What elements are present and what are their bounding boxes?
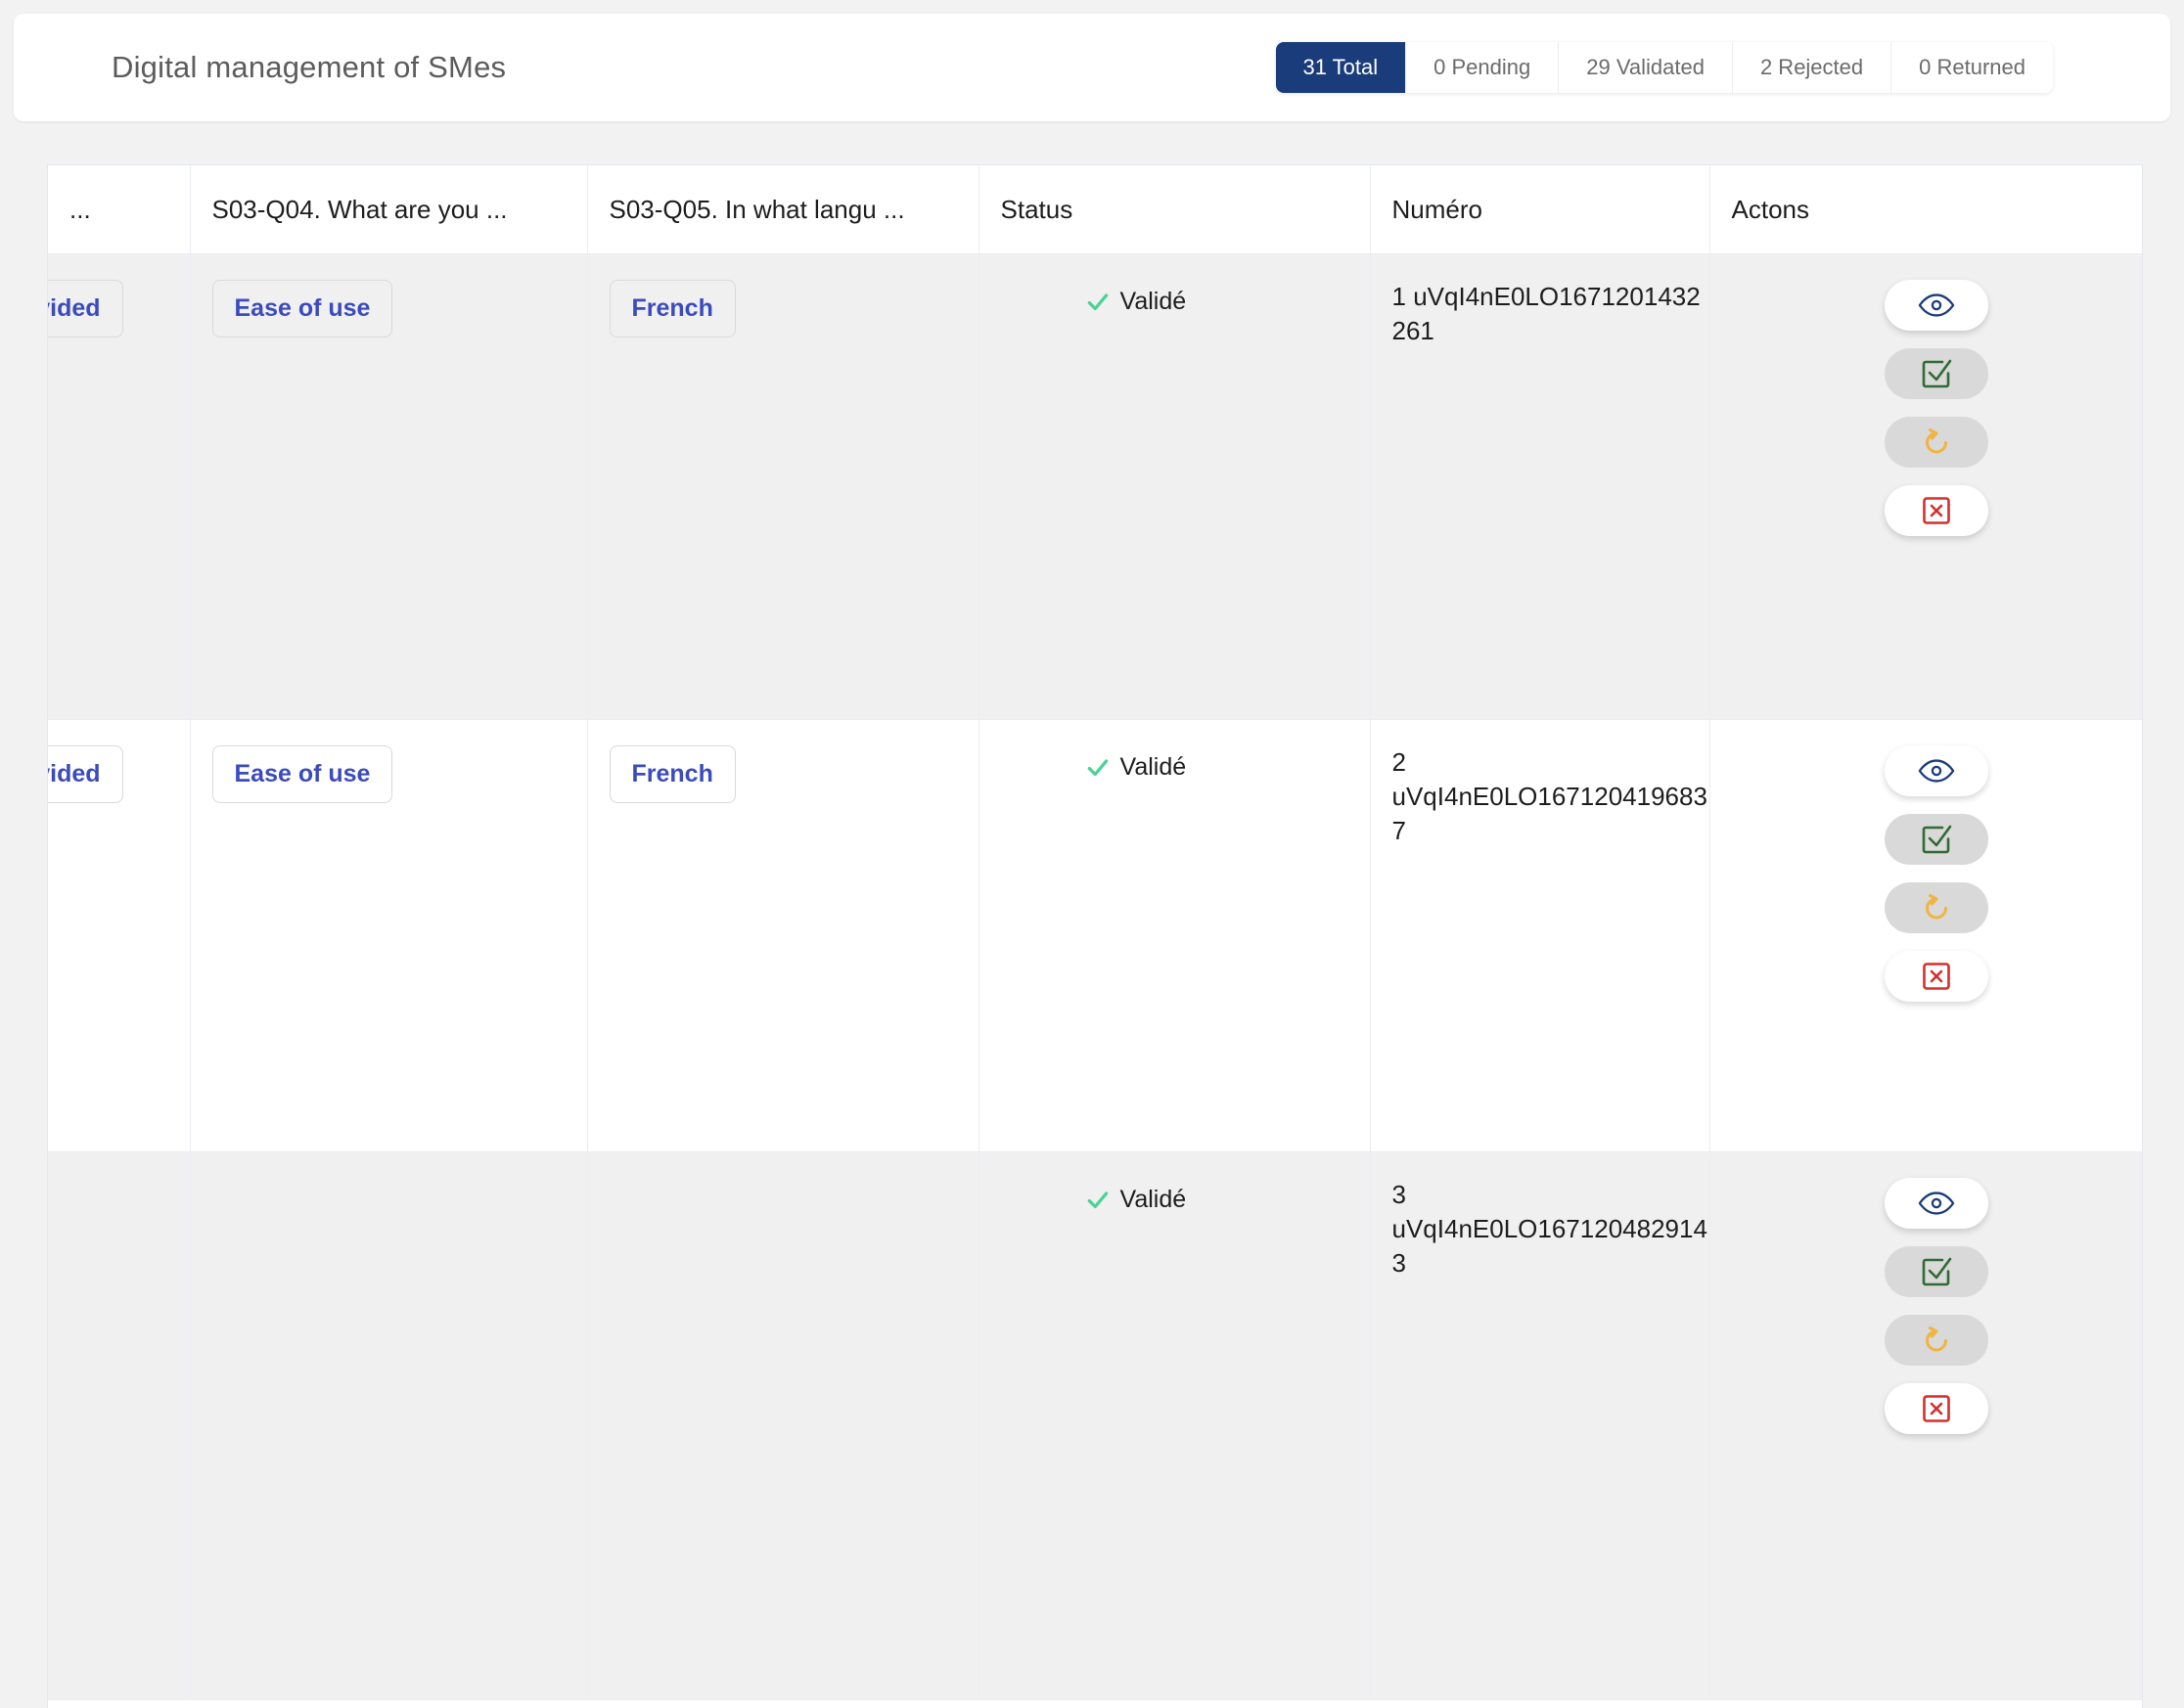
status-badge: Validé <box>1119 1186 1187 1213</box>
row-action-group <box>1732 1178 2143 1434</box>
undo-arrow-icon <box>1922 1326 1951 1355</box>
eye-icon <box>1918 292 1955 318</box>
numero-sequence: 1 <box>1391 282 1406 311</box>
status-badge: Validé <box>1119 753 1187 781</box>
cell-actions <box>1709 719 2143 1152</box>
table-row[interactable]: Validé 3 uVqI4nE0LO1671204829143 <box>48 1151 2143 1700</box>
answer-chip[interactable]: Ease of use <box>211 280 393 337</box>
reject-button[interactable] <box>1885 1383 1989 1434</box>
cell-s03-q05: French <box>587 253 979 720</box>
cell-numero: 3 uVqI4nE0LO1671204829143 <box>1370 1151 1710 1700</box>
return-button[interactable] <box>1885 882 1989 933</box>
submissions-table: ... S03-Q04. What are you ... S03-Q05. I… <box>48 165 2142 1700</box>
return-button[interactable] <box>1885 1315 1989 1366</box>
table-row[interactable]: ovided Ease of use French Validé <box>48 719 2143 1152</box>
check-square-icon <box>1921 824 1952 855</box>
x-square-icon <box>1922 1394 1951 1423</box>
tab-rejected[interactable]: 2 Rejected <box>1732 42 1892 93</box>
validated-check-icon <box>1085 755 1111 781</box>
cell-numero: 2 uVqI4nE0LO1671204196837 <box>1370 719 1710 1152</box>
numero-value: 1 uVqI4nE0LO1671201432261 <box>1392 280 1709 348</box>
approve-button[interactable] <box>1885 1246 1989 1297</box>
table-header-row: ... S03-Q04. What are you ... S03-Q05. I… <box>48 165 2142 254</box>
answer-chip[interactable]: French <box>609 745 736 803</box>
cell-s03-q04: Ease of use <box>190 719 588 1152</box>
numero-value: 2 uVqI4nE0LO1671204196837 <box>1392 745 1709 848</box>
view-button[interactable] <box>1885 1178 1989 1229</box>
numero-sequence: 2 <box>1391 747 1406 777</box>
status-filter-tabs[interactable]: 31 Total 0 Pending 29 Validated 2 Reject… <box>1275 42 2053 93</box>
approve-button[interactable] <box>1885 814 1989 865</box>
cell-s03-q04: Ease of use <box>190 253 588 720</box>
cell-truncated: ovided <box>48 253 191 720</box>
x-square-icon <box>1922 496 1951 525</box>
numero-id: uVqI4nE0LO1671204829143 <box>1391 1214 1707 1279</box>
cell-actions <box>1709 1151 2143 1700</box>
reject-button[interactable] <box>1885 951 1989 1002</box>
column-header-s03-q04[interactable]: S03-Q04. What are you ... <box>190 165 588 254</box>
numero-value: 3 uVqI4nE0LO1671204829143 <box>1392 1178 1709 1281</box>
numero-id: uVqI4nE0LO1671204196837 <box>1391 782 1707 846</box>
check-square-icon <box>1921 1256 1952 1287</box>
status-badge: Validé <box>1119 288 1187 315</box>
column-header-s03-q05[interactable]: S03-Q05. In what langu ... <box>587 165 979 254</box>
check-square-icon <box>1921 358 1952 389</box>
cell-actions <box>1709 253 2143 720</box>
eye-icon <box>1918 758 1955 784</box>
reject-button[interactable] <box>1885 485 1989 536</box>
answer-chip[interactable]: French <box>609 280 736 337</box>
return-button[interactable] <box>1885 417 1989 468</box>
cell-status: Validé <box>978 253 1371 720</box>
cell-truncated: ovided <box>48 719 191 1152</box>
cell-numero: 1 uVqI4nE0LO1671201432261 <box>1370 253 1710 720</box>
cell-status: Validé <box>978 1151 1371 1700</box>
app-header: Digital management of SMes 31 Total 0 Pe… <box>14 14 2170 121</box>
validated-check-icon <box>1085 290 1111 315</box>
view-button[interactable] <box>1885 745 1989 796</box>
undo-arrow-icon <box>1922 427 1951 457</box>
column-header-numero[interactable]: Numéro <box>1370 165 1710 254</box>
answer-chip[interactable]: ovided <box>48 280 123 337</box>
answer-chip[interactable]: ovided <box>48 745 123 803</box>
x-square-icon <box>1922 962 1951 991</box>
table-row[interactable]: ovided Ease of use French Validé <box>48 253 2143 720</box>
tab-validated[interactable]: 29 Validated <box>1559 42 1733 93</box>
undo-arrow-icon <box>1922 893 1951 922</box>
cell-s03-q05: French <box>587 719 979 1152</box>
view-button[interactable] <box>1885 280 1989 331</box>
numero-id: uVqI4nE0LO1671201432261 <box>1391 282 1701 346</box>
column-header-actions[interactable]: Actons <box>1709 165 2142 254</box>
cell-s03-q04 <box>190 1151 588 1700</box>
tab-pending[interactable]: 0 Pending <box>1406 42 1560 93</box>
column-header-status[interactable]: Status <box>978 165 1371 254</box>
row-action-group <box>1732 745 2143 1002</box>
row-action-group <box>1732 280 2143 536</box>
validated-check-icon <box>1085 1188 1111 1213</box>
approve-button[interactable] <box>1885 348 1989 399</box>
numero-sequence: 3 <box>1391 1180 1406 1209</box>
cell-status: Validé <box>978 719 1371 1152</box>
column-header-truncated[interactable]: ... <box>48 165 191 254</box>
submissions-table-container[interactable]: ... S03-Q04. What are you ... S03-Q05. I… <box>47 164 2143 1708</box>
cell-truncated <box>48 1151 191 1700</box>
cell-s03-q05 <box>587 1151 979 1700</box>
tab-returned[interactable]: 0 Returned <box>1891 42 2053 93</box>
page-title: Digital management of SMes <box>112 50 507 84</box>
eye-icon <box>1918 1191 1955 1216</box>
answer-chip[interactable]: Ease of use <box>211 745 393 803</box>
tab-total[interactable]: 31 Total <box>1275 42 1407 93</box>
